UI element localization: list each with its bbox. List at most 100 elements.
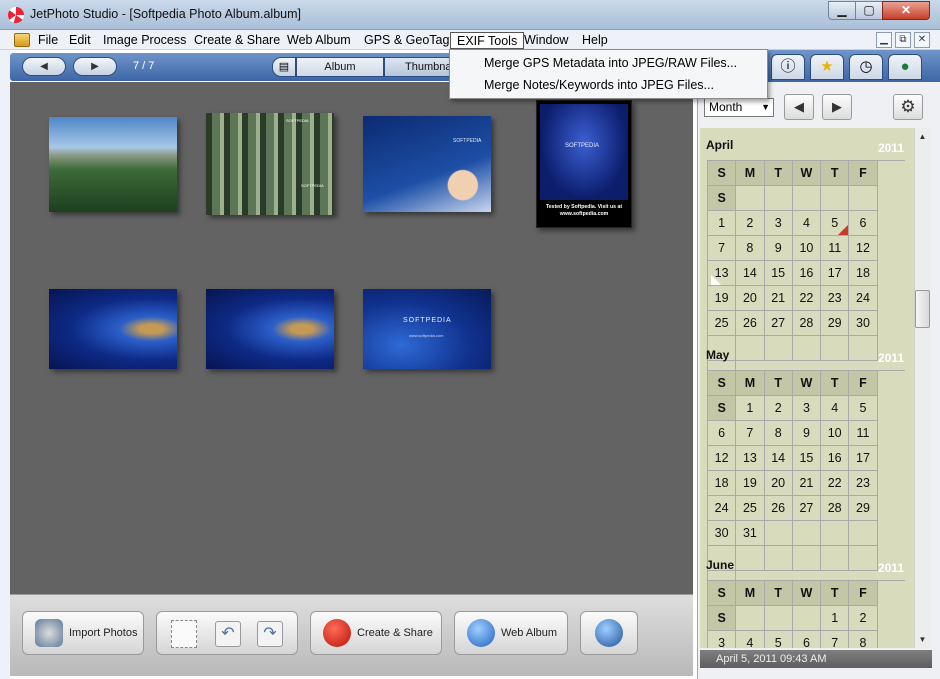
calendar-day[interactable]: 12 (849, 236, 878, 261)
calendar-day[interactable]: 22 (792, 286, 822, 311)
calendar-day[interactable]: 29 (821, 311, 850, 336)
mdi-minimize-button[interactable]: ▁ (876, 32, 892, 48)
calendar-day[interactable]: 9 (764, 236, 793, 261)
calendar-day[interactable] (821, 186, 850, 211)
calendar-day[interactable]: 13 (736, 446, 765, 471)
calendar-day[interactable]: 22 (821, 471, 850, 496)
scroll-down-icon[interactable]: ▼ (915, 632, 930, 647)
calendar-day[interactable] (849, 521, 878, 546)
web-album-button[interactable]: Web Album (454, 611, 568, 655)
period-select[interactable]: Month ▼ (704, 98, 774, 117)
calendar-day[interactable]: 9 (792, 421, 822, 446)
photo-thumbnail[interactable] (49, 117, 177, 212)
calendar-day[interactable]: 3 (792, 396, 822, 421)
calendar-day[interactable]: 17 (821, 261, 850, 286)
calendar-day[interactable]: 14 (736, 261, 765, 286)
calendar-day[interactable]: 6 (793, 631, 822, 648)
calendar-day[interactable]: 6 (708, 421, 737, 446)
calendar-day[interactable]: 30 (708, 521, 737, 546)
calendar-day[interactable]: 11 (821, 236, 850, 261)
calendar-day[interactable]: 18 (849, 261, 878, 286)
calendar-day[interactable]: 7 (821, 631, 850, 648)
calendar-scrollbar[interactable] (914, 128, 931, 648)
info-tab-icon[interactable]: ⓘ (771, 54, 805, 80)
create-share-button[interactable]: Create & Share (310, 611, 442, 655)
calendar-day[interactable]: 28 (792, 311, 822, 336)
menu-help[interactable]: Help (576, 32, 614, 49)
calendar-day[interactable]: 29 (849, 496, 878, 521)
rotate-right-icon[interactable]: ↷ (257, 621, 283, 647)
settings-button[interactable]: ⚙ (893, 94, 923, 120)
calendar-day[interactable]: 3 (708, 631, 737, 648)
calendar-day[interactable]: 4 (736, 631, 765, 648)
calendar-day[interactable]: 7 (736, 421, 765, 446)
calendar-day[interactable] (792, 521, 822, 546)
calendar-day[interactable] (736, 186, 765, 211)
calendar-day[interactable]: 19 (708, 286, 737, 311)
menu-web-album[interactable]: Web Album (281, 32, 357, 49)
rotate-left-icon[interactable]: ↶ (215, 621, 241, 647)
calendar-day[interactable]: 25 (736, 496, 765, 521)
calendar-day[interactable] (792, 186, 822, 211)
calendar-day[interactable]: 7 (708, 236, 737, 261)
tab-album[interactable]: Album (296, 57, 384, 77)
import-photos-button[interactable]: Import Photos (22, 611, 144, 655)
menu-image-process[interactable]: Image Process (97, 32, 192, 49)
view-mode-icon[interactable]: ▤ (272, 57, 296, 77)
calendar-prev-button[interactable]: ◀ (784, 94, 814, 120)
calendar-day[interactable]: 21 (764, 286, 793, 311)
calendar-day[interactable]: 16 (821, 446, 850, 471)
calendar-day[interactable] (736, 606, 765, 631)
previous-photo-button[interactable]: ◀ (22, 57, 66, 76)
calendar-day[interactable]: 2 (764, 396, 793, 421)
menu-edit[interactable]: Edit (63, 32, 97, 49)
calendar-day[interactable]: 20 (736, 286, 765, 311)
calendar-day[interactable]: 2 (849, 606, 878, 631)
scrollbar-thumb[interactable] (915, 290, 930, 328)
calendar-day[interactable] (764, 186, 793, 211)
calendar-day[interactable]: 3 (764, 211, 793, 236)
calendar-day[interactable]: 1 (821, 606, 850, 631)
calendar-day[interactable]: 26 (764, 496, 793, 521)
calendar-day[interactable] (792, 606, 822, 631)
menu-gps-geotag[interactable]: GPS & GeoTag (358, 32, 455, 49)
merge-notes-keywords-item[interactable]: Merge Notes/Keywords into JPEG Files... (452, 74, 765, 96)
menu-create-share[interactable]: Create & Share (188, 32, 286, 49)
star-tab-icon[interactable]: ★ (810, 54, 844, 80)
photo-thumbnail[interactable]: SOFTPEDIA SOFTPEDIA (206, 113, 334, 215)
scroll-up-icon[interactable]: ▲ (915, 129, 930, 144)
calendar-day[interactable]: 16 (792, 261, 822, 286)
calendar-day[interactable]: 1 (708, 211, 737, 236)
calendar-day[interactable]: 15 (764, 261, 793, 286)
calendar-day[interactable]: 2 (736, 211, 765, 236)
calendar-day[interactable]: 24 (849, 286, 878, 311)
calendar-day[interactable]: 11 (849, 421, 878, 446)
calendar-day[interactable]: 6 (849, 211, 878, 236)
calendar-day[interactable] (849, 186, 878, 211)
calendar-day[interactable]: 30 (849, 311, 878, 336)
calendar-day[interactable]: 8 (849, 631, 878, 648)
calendar-day[interactable]: 27 (792, 496, 822, 521)
calendar-day[interactable]: 31 (736, 521, 765, 546)
calendar-day[interactable]: 18 (708, 471, 737, 496)
calendar-day[interactable]: 8 (736, 236, 765, 261)
photo-thumbnail[interactable]: SOFTPEDIA www.softpedia.com (363, 289, 491, 369)
close-button[interactable]: ✕ (882, 1, 930, 20)
calendar-day[interactable]: 8 (764, 421, 793, 446)
calendar-day[interactable]: 1 (736, 396, 765, 421)
next-photo-button[interactable]: ▶ (73, 57, 117, 76)
clock-tab-icon[interactable]: ◷ (849, 54, 883, 80)
photo-thumbnail[interactable] (49, 289, 177, 369)
calendar-day[interactable]: 13 (708, 261, 737, 286)
calendar-day[interactable]: 4 (792, 211, 822, 236)
merge-gps-metadata-item[interactable]: Merge GPS Metadata into JPEG/RAW Files..… (452, 52, 765, 74)
calendar-day[interactable] (764, 521, 793, 546)
menu-file[interactable]: File (32, 32, 64, 49)
calendar-day[interactable]: 17 (849, 446, 878, 471)
calendar-day[interactable]: 5 (821, 211, 850, 236)
maximize-button[interactable]: ▢ (855, 1, 883, 20)
calendar-day[interactable]: 26 (736, 311, 765, 336)
calendar-next-button[interactable]: ▶ (822, 94, 852, 120)
calendar-day[interactable]: 14 (764, 446, 793, 471)
calendar-day[interactable]: 10 (821, 421, 850, 446)
